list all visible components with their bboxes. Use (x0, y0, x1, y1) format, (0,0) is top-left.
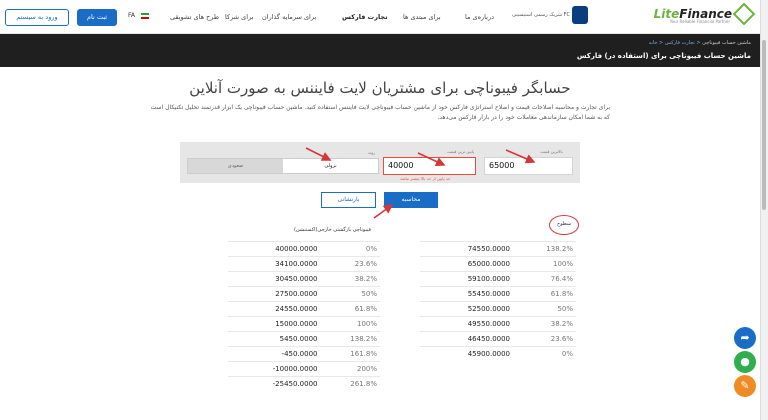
level-value: 55450.0000 (420, 286, 514, 302)
level-percent: 38.2% (320, 271, 380, 287)
extension-table: 40000.0000 0% 34100.0000 23.6% 30450.0000 38.… (228, 241, 380, 392)
level-value: 59100.0000 (420, 271, 514, 287)
table-row: 30450.0000 38.2% (228, 271, 380, 287)
level-value: 15000.0000 (228, 316, 321, 332)
level-percent: 38.2% (513, 316, 576, 332)
level-percent: 161.8% (320, 346, 380, 362)
extension-header: فیبوناچی بازگشتی خارجی(اکستنشن) (294, 227, 371, 233)
level-percent: 61.8% (513, 286, 576, 302)
share-icon: ➦ (740, 331, 750, 344)
table-row: 59100.0000 76.4% (420, 271, 576, 287)
table-row: -450.0000 161.8% (228, 346, 380, 362)
table-row: 24550.0000 61.8% (228, 301, 380, 317)
table-row: 40000.0000 0% (228, 241, 380, 257)
level-value: 24550.0000 (228, 301, 321, 317)
table-row: 65000.0000 100% (420, 256, 576, 272)
table-row: 46450.0000 23.6% (420, 331, 576, 347)
level-value: 5450.0000 (228, 331, 321, 347)
level-value: 34100.0000 (228, 256, 321, 272)
level-percent: 0% (320, 241, 380, 257)
level-percent: 138.2% (320, 331, 380, 347)
levels-table: 74550.0000 138.2% 65000.0000 100% 59100.0000… (420, 241, 576, 362)
level-percent: 76.4% (513, 271, 576, 287)
table-row: 45900.0000 0% (420, 346, 576, 362)
level-percent: 23.6% (320, 256, 380, 272)
arrow-to-calculate (373, 204, 394, 219)
table-row: 27500.0000 50% (228, 286, 380, 302)
level-value: -25450.0000 (228, 376, 321, 392)
level-value: -10000.0000 (228, 361, 321, 377)
level-value: 30450.0000 (228, 271, 321, 287)
level-value: 49550.0000 (420, 316, 514, 332)
level-value: 74550.0000 (420, 241, 514, 257)
chat-icon: ● (740, 355, 750, 368)
table-row: 15000.0000 100% (228, 316, 380, 332)
level-percent: 138.2% (513, 241, 576, 257)
table-row: 5450.0000 138.2% (228, 331, 380, 347)
table-row: -10000.0000 200% (228, 361, 380, 377)
level-percent: 50% (513, 301, 576, 317)
level-percent: 61.8% (320, 301, 380, 317)
table-row: 34100.0000 23.6% (228, 256, 380, 272)
edit-icon: ✎ (740, 379, 750, 392)
level-percent: 100% (320, 316, 380, 332)
arrow-to-trend (305, 147, 332, 161)
level-percent: 23.6% (513, 331, 576, 347)
level-value: 46450.0000 (420, 331, 514, 347)
table-row: 74550.0000 138.2% (420, 241, 576, 257)
arrow-to-high-price (505, 149, 536, 164)
scrollbar-thumb[interactable] (762, 40, 766, 210)
feedback-button[interactable]: ✎ (734, 375, 756, 397)
level-percent: 50% (320, 286, 380, 302)
level-value: 45900.0000 (420, 346, 514, 362)
level-percent: 261.8% (320, 376, 380, 392)
annotation-arrows (305, 147, 536, 219)
level-percent: 200% (320, 361, 380, 377)
chat-button[interactable]: ● (734, 351, 756, 373)
table-row: 52500.0000 50% (420, 301, 576, 317)
level-value: 27500.0000 (228, 286, 321, 302)
level-value: -450.0000 (228, 346, 321, 362)
level-value: 40000.0000 (228, 241, 321, 257)
arrow-to-low-price (417, 152, 446, 167)
table-row: 55450.0000 61.8% (420, 286, 576, 302)
levels-header: سطوح (557, 221, 572, 227)
level-percent: 0% (513, 346, 576, 362)
table-row: 49550.0000 38.2% (420, 316, 576, 332)
level-value: 65000.0000 (420, 256, 514, 272)
table-row: -25450.0000 261.8% (228, 376, 380, 392)
level-percent: 100% (513, 256, 576, 272)
share-button[interactable]: ➦ (734, 327, 756, 349)
level-value: 52500.0000 (420, 301, 514, 317)
